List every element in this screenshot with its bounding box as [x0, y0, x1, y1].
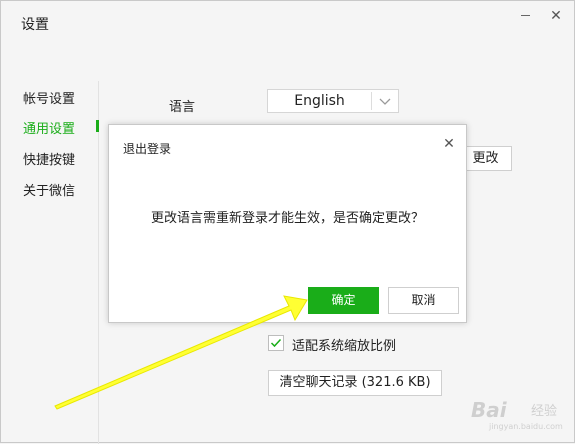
cancel-button[interactable]: 取消 — [388, 287, 459, 314]
chevron-down-icon — [379, 98, 391, 105]
language-value: English — [294, 93, 345, 109]
close-icon: ✕ — [550, 8, 562, 24]
scale-checkbox[interactable] — [268, 335, 284, 351]
dialog-close-button[interactable]: ✕ — [440, 135, 458, 153]
clear-history-button[interactable]: 清空聊天记录 (321.6 KB) — [268, 370, 442, 396]
window-title: 设置 — [21, 17, 49, 33]
dialog-message: 更改语言需重新登录才能生效，是否确定更改？ — [150, 211, 424, 226]
language-label: 语言 — [169, 100, 196, 115]
active-item-marker — [96, 120, 99, 132]
sidebar-item-general[interactable]: 通用设置 — [23, 118, 75, 137]
scale-checkbox-label: 适配系统缩放比例 — [292, 339, 397, 354]
confirm-button[interactable]: 确定 — [308, 287, 379, 314]
check-icon — [270, 338, 282, 348]
sidebar-item-account[interactable]: 帐号设置 — [23, 88, 75, 107]
settings-window: 设置 ✕ 帐号设置 通用设置 快捷按键 关于微信 语言 English 更改 适… — [0, 0, 575, 444]
watermark: Bai 经验 jingyan.baidu.com — [471, 394, 571, 434]
minimize-icon — [520, 15, 530, 16]
sidebar-item-shortcuts[interactable]: 快捷按键 — [23, 149, 75, 168]
language-select[interactable]: English — [267, 89, 399, 113]
window-close-button[interactable]: ✕ — [546, 7, 566, 25]
logout-dialog: 退出登录 ✕ 更改语言需重新登录才能生效，是否确定更改？ 确定 取消 — [108, 124, 467, 323]
select-divider — [371, 92, 372, 110]
watermark-url: jingyan.baidu.com — [489, 422, 563, 431]
dialog-title: 退出登录 — [123, 142, 172, 156]
sidebar-divider — [98, 81, 99, 444]
watermark-suffix: 经验 — [531, 404, 558, 419]
watermark-brand: Bai — [471, 398, 507, 422]
sidebar-item-about[interactable]: 关于微信 — [23, 180, 75, 199]
close-icon: ✕ — [443, 136, 455, 152]
minimize-button[interactable] — [515, 7, 535, 25]
